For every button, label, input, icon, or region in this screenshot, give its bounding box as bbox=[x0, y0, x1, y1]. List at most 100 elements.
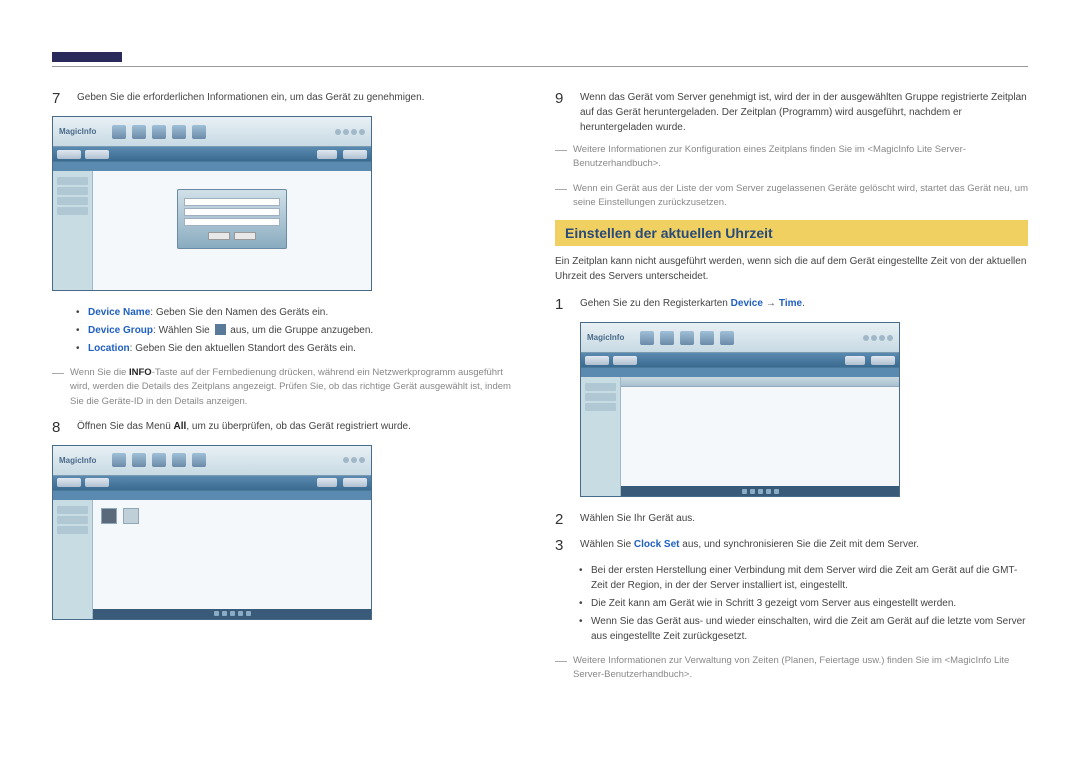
device-thumb bbox=[123, 508, 139, 524]
status-dot bbox=[879, 335, 885, 341]
nav-icon bbox=[112, 125, 126, 139]
note-device-delete: Wenn ein Gerät aus der Liste der vom Ser… bbox=[555, 182, 1028, 211]
step-8: 8 Öffnen Sie das Menü All, um zu überprü… bbox=[52, 419, 525, 437]
shot-toolbar bbox=[581, 353, 899, 367]
field-label: Device Group bbox=[88, 325, 153, 336]
arrow-icon: → bbox=[766, 298, 776, 309]
toolbar-btn bbox=[57, 478, 81, 487]
shot-toolbar bbox=[53, 476, 371, 490]
nav-icon bbox=[172, 453, 186, 467]
note-text-segment: Wenn Sie die bbox=[70, 367, 129, 378]
toolbar-btn bbox=[343, 478, 367, 487]
shot-pager bbox=[621, 486, 899, 496]
nav-icon bbox=[680, 331, 694, 345]
header-divider bbox=[52, 66, 1028, 67]
shot-logo: MagicInfo bbox=[587, 333, 624, 342]
toolbar-btn bbox=[317, 478, 337, 487]
screenshot-approve-device: MagicInfo bbox=[52, 116, 372, 291]
shot-logo: MagicInfo bbox=[59, 127, 96, 136]
step-text-segment: Öffnen Sie das Menü bbox=[77, 421, 174, 432]
left-column: 7 Geben Sie die erforderlichen Informati… bbox=[52, 90, 525, 693]
step-9: 9 Wenn das Gerät vom Server genehmigt is… bbox=[555, 90, 1028, 135]
shot-header: MagicInfo bbox=[53, 446, 371, 476]
nav-icon bbox=[132, 125, 146, 139]
nav-icon bbox=[720, 331, 734, 345]
nav-icon bbox=[172, 125, 186, 139]
shot-header: MagicInfo bbox=[581, 323, 899, 353]
toolbar-btn bbox=[613, 356, 637, 365]
note-info-button: Wenn Sie die INFO-Taste auf der Fernbedi… bbox=[52, 366, 525, 409]
nav-icon bbox=[112, 453, 126, 467]
toolbar-btn bbox=[317, 150, 337, 159]
step-text-segment: , um zu überprüfen, ob das Gerät registr… bbox=[186, 421, 411, 432]
step-1: 1 Gehen Sie zu den Registerkarten Device… bbox=[555, 296, 1028, 314]
step-text: Öffnen Sie das Menü All, um zu überprüfe… bbox=[77, 419, 411, 437]
field-label: Device Name bbox=[88, 307, 150, 318]
toolbar-btn bbox=[585, 356, 609, 365]
step-number: 2 bbox=[555, 511, 570, 529]
shot-logo: MagicInfo bbox=[59, 456, 96, 465]
step-text: Geben Sie die erforderlichen Information… bbox=[77, 90, 424, 108]
screenshot-time-tab: MagicInfo bbox=[580, 322, 900, 497]
step-text: Wählen Sie Ihr Gerät aus. bbox=[580, 511, 695, 529]
approve-dialog bbox=[177, 189, 287, 249]
shot-main bbox=[93, 500, 371, 619]
note-time-management: Weitere Informationen zur Verwaltung von… bbox=[555, 654, 1028, 683]
nav-icon bbox=[152, 125, 166, 139]
status-dot bbox=[863, 335, 869, 341]
step-text: Gehen Sie zu den Registerkarten Device→T… bbox=[580, 296, 805, 314]
step-text-segment: Gehen Sie zu den Registerkarten bbox=[580, 298, 731, 309]
tab-device: Device bbox=[731, 298, 763, 309]
shot-subbar bbox=[53, 490, 371, 500]
shot-toolbar bbox=[53, 147, 371, 161]
status-dot bbox=[359, 457, 365, 463]
tab-time: Time bbox=[779, 298, 802, 309]
time-bullets: • Bei der ersten Herstellung einer Verbi… bbox=[579, 563, 1028, 644]
bullet-item: • Bei der ersten Herstellung einer Verbi… bbox=[579, 563, 1028, 593]
step-text-segment: aus, und synchronisieren Sie die Zeit mi… bbox=[680, 539, 920, 550]
toolbar-btn bbox=[85, 478, 109, 487]
step-text: Wenn das Gerät vom Server genehmigt ist,… bbox=[580, 90, 1028, 135]
toolbar-btn bbox=[343, 150, 367, 159]
status-dot bbox=[343, 129, 349, 135]
browse-icon bbox=[215, 324, 226, 335]
bullet-item: • Die Zeit kann am Gerät wie in Schritt … bbox=[579, 596, 1028, 611]
menu-all: All bbox=[174, 421, 187, 432]
field-label: Location bbox=[88, 343, 130, 354]
field-bullets: • Device Name: Geben Sie den Namen des G… bbox=[76, 305, 525, 356]
clock-set: Clock Set bbox=[634, 539, 680, 550]
nav-icon bbox=[152, 453, 166, 467]
step-number: 8 bbox=[52, 419, 67, 437]
status-dot bbox=[871, 335, 877, 341]
device-thumb bbox=[101, 508, 117, 524]
shot-sidebar bbox=[53, 171, 93, 290]
toolbar-btn bbox=[845, 356, 865, 365]
step-text-segment: . bbox=[802, 298, 805, 309]
nav-icon bbox=[132, 453, 146, 467]
shot-header: MagicInfo bbox=[53, 117, 371, 147]
bullet-device-name: • Device Name: Geben Sie den Namen des G… bbox=[76, 305, 525, 320]
screenshot-device-list: MagicInfo bbox=[52, 445, 372, 620]
step-text-segment: Wählen Sie bbox=[580, 539, 634, 550]
status-dot bbox=[887, 335, 893, 341]
bullet-item: • Wenn Sie das Gerät aus- und wieder ein… bbox=[579, 614, 1028, 644]
shot-sidebar bbox=[53, 500, 93, 619]
step-2: 2 Wählen Sie Ihr Gerät aus. bbox=[555, 511, 1028, 529]
field-desc-post: aus, um die Gruppe anzugeben. bbox=[228, 325, 374, 336]
status-dot bbox=[351, 457, 357, 463]
status-dot bbox=[335, 129, 341, 135]
shot-sidebar bbox=[581, 377, 621, 496]
nav-icon bbox=[192, 453, 206, 467]
toolbar-btn bbox=[85, 150, 109, 159]
status-dot bbox=[343, 457, 349, 463]
nav-icon bbox=[192, 125, 206, 139]
step-number: 3 bbox=[555, 537, 570, 555]
section-intro: Ein Zeitplan kann nicht ausgeführt werde… bbox=[555, 254, 1028, 284]
bullet-location: • Location: Geben Sie den aktuellen Stan… bbox=[76, 341, 525, 356]
toolbar-btn bbox=[57, 150, 81, 159]
nav-icon bbox=[700, 331, 714, 345]
step-number: 9 bbox=[555, 90, 570, 135]
shot-main bbox=[621, 377, 899, 496]
step-3: 3 Wählen Sie Clock Set aus, und synchron… bbox=[555, 537, 1028, 555]
right-column: 9 Wenn das Gerät vom Server genehmigt is… bbox=[555, 90, 1028, 693]
